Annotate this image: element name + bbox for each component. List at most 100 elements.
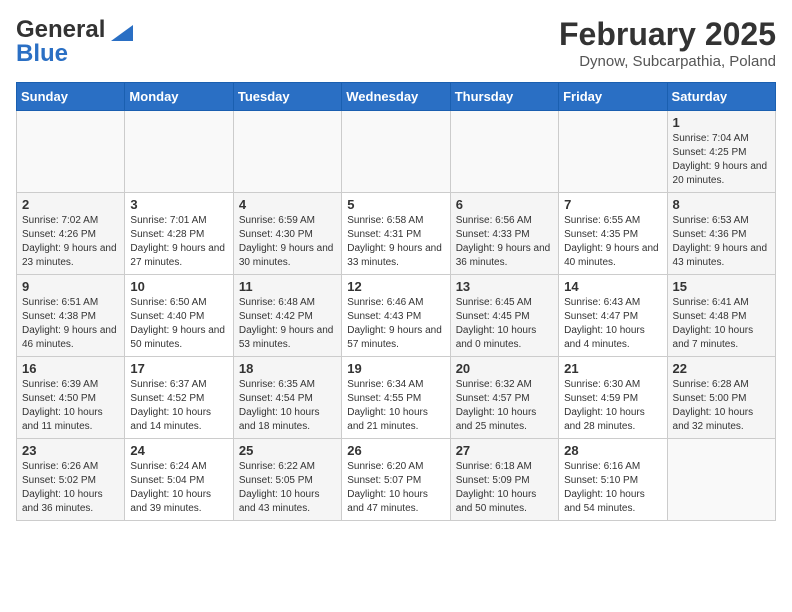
day-number: 22 [673,361,770,376]
day-cell: 25 Sunrise: 6:22 AM Sunset: 5:05 PM Dayli… [233,439,341,521]
day-info: Sunrise: 6:34 AM Sunset: 4:55 PM Dayligh… [347,378,444,434]
location: Dynow, Subcarpathia, Poland [559,53,776,70]
day-info: Sunrise: 6:32 AM Sunset: 4:57 PM Dayligh… [456,378,553,434]
day-cell: 17 Sunrise: 6:37 AM Sunset: 4:52 PM Dayli… [125,357,233,439]
weekday-header-saturday: Saturday [667,83,775,111]
week-row-2: 2Sunrise: 7:02 AM Sunset: 4:26 PM Daylig… [17,193,776,275]
day-info: Sunrise: 6:24 AM Sunset: 5:04 PM Dayligh… [130,460,227,516]
page-header: General Blue February 2025 Dynow, Subcar… [16,16,776,70]
day-cell: 8 Sunrise: 6:53 AM Sunset: 4:36 PM Daylig… [667,193,775,275]
day-cell: 4 Sunrise: 6:59 AM Sunset: 4:30 PM Daylig… [233,193,341,275]
day-info: Sunrise: 6:56 AM Sunset: 4:33 PM Dayligh… [456,214,553,270]
day-cell: 1 Sunrise: 7:04 AM Sunset: 4:25 PM Daylig… [667,111,775,193]
day-cell: 22Sunrise: 6:28 AM Sunset: 5:00 PM Dayli… [667,357,775,439]
day-cell: 24 Sunrise: 6:24 AM Sunset: 5:04 PM Dayli… [125,439,233,521]
day-info: Sunrise: 6:55 AM Sunset: 4:35 PM Dayligh… [564,214,661,270]
weekday-header-tuesday: Tuesday [233,83,341,111]
day-info: Sunrise: 6:48 AM Sunset: 4:42 PM Dayligh… [239,296,336,352]
day-number: 27 [456,443,553,458]
day-number: 3 [130,197,227,212]
day-cell: 7 Sunrise: 6:55 AM Sunset: 4:35 PM Daylig… [559,193,667,275]
day-cell: 15 Sunrise: 6:41 AM Sunset: 4:48 PM Dayli… [667,275,775,357]
weekday-header-sunday: Sunday [17,83,125,111]
week-row-1: 1 Sunrise: 7:04 AM Sunset: 4:25 PM Daylig… [17,111,776,193]
weekday-header-thursday: Thursday [450,83,558,111]
day-info: Sunrise: 6:46 AM Sunset: 4:43 PM Dayligh… [347,296,444,352]
day-cell: 26Sunrise: 6:20 AM Sunset: 5:07 PM Dayli… [342,439,450,521]
day-number: 5 [347,197,444,212]
day-info: Sunrise: 6:50 AM Sunset: 4:40 PM Dayligh… [130,296,227,352]
day-cell: 5 Sunrise: 6:58 AM Sunset: 4:31 PM Daylig… [342,193,450,275]
day-number: 24 [130,443,227,458]
day-info: Sunrise: 6:20 AM Sunset: 5:07 PM Dayligh… [347,460,444,516]
day-number: 28 [564,443,661,458]
day-cell: 6 Sunrise: 6:56 AM Sunset: 4:33 PM Daylig… [450,193,558,275]
day-number: 9 [22,279,119,294]
day-info: Sunrise: 6:53 AM Sunset: 4:36 PM Dayligh… [673,214,770,270]
day-number: 25 [239,443,336,458]
day-number: 1 [673,115,770,130]
day-info: Sunrise: 6:30 AM Sunset: 4:59 PM Dayligh… [564,378,661,434]
day-number: 7 [564,197,661,212]
day-number: 23 [22,443,119,458]
day-cell [342,111,450,193]
day-info: Sunrise: 6:37 AM Sunset: 4:52 PM Dayligh… [130,378,227,434]
day-info: Sunrise: 6:35 AM Sunset: 4:54 PM Dayligh… [239,378,336,434]
calendar: SundayMondayTuesdayWednesdayThursdayFrid… [16,82,776,521]
day-number: 17 [130,361,227,376]
day-info: Sunrise: 6:16 AM Sunset: 5:10 PM Dayligh… [564,460,661,516]
day-info: Sunrise: 6:51 AM Sunset: 4:38 PM Dayligh… [22,296,119,352]
day-cell: 20 Sunrise: 6:32 AM Sunset: 4:57 PM Dayli… [450,357,558,439]
day-info: Sunrise: 6:18 AM Sunset: 5:09 PM Dayligh… [456,460,553,516]
day-cell: 23 Sunrise: 6:26 AM Sunset: 5:02 PM Dayli… [17,439,125,521]
day-info: Sunrise: 7:02 AM Sunset: 4:26 PM Dayligh… [22,214,119,270]
day-cell: 28 Sunrise: 6:16 AM Sunset: 5:10 PM Dayli… [559,439,667,521]
week-row-3: 9 Sunrise: 6:51 AM Sunset: 4:38 PM Daylig… [17,275,776,357]
weekday-header-friday: Friday [559,83,667,111]
day-number: 13 [456,279,553,294]
logo: General Blue [16,16,133,68]
day-cell [125,111,233,193]
day-cell [17,111,125,193]
day-number: 8 [673,197,770,212]
day-info: Sunrise: 6:58 AM Sunset: 4:31 PM Dayligh… [347,214,444,270]
day-number: 4 [239,197,336,212]
week-row-4: 16Sunrise: 6:39 AM Sunset: 4:50 PM Dayli… [17,357,776,439]
day-info: Sunrise: 6:39 AM Sunset: 4:50 PM Dayligh… [22,378,119,434]
day-number: 6 [456,197,553,212]
day-cell: 11Sunrise: 6:48 AM Sunset: 4:42 PM Dayli… [233,275,341,357]
day-number: 15 [673,279,770,294]
day-number: 19 [347,361,444,376]
weekday-header-row: SundayMondayTuesdayWednesdayThursdayFrid… [17,83,776,111]
title-block: February 2025 Dynow, Subcarpathia, Polan… [559,16,776,70]
weekday-header-wednesday: Wednesday [342,83,450,111]
weekday-header-monday: Monday [125,83,233,111]
day-cell: 2Sunrise: 7:02 AM Sunset: 4:26 PM Daylig… [17,193,125,275]
day-info: Sunrise: 6:41 AM Sunset: 4:48 PM Dayligh… [673,296,770,352]
day-info: Sunrise: 7:01 AM Sunset: 4:28 PM Dayligh… [130,214,227,270]
day-cell: 14Sunrise: 6:43 AM Sunset: 4:47 PM Dayli… [559,275,667,357]
week-row-5: 23 Sunrise: 6:26 AM Sunset: 5:02 PM Dayli… [17,439,776,521]
day-info: Sunrise: 7:04 AM Sunset: 4:25 PM Dayligh… [673,132,770,188]
day-number: 18 [239,361,336,376]
day-info: Sunrise: 6:22 AM Sunset: 5:05 PM Dayligh… [239,460,336,516]
day-number: 20 [456,361,553,376]
day-cell [559,111,667,193]
day-cell: 3 Sunrise: 7:01 AM Sunset: 4:28 PM Daylig… [125,193,233,275]
day-cell: 13Sunrise: 6:45 AM Sunset: 4:45 PM Dayli… [450,275,558,357]
day-cell [233,111,341,193]
day-number: 12 [347,279,444,294]
day-info: Sunrise: 6:26 AM Sunset: 5:02 PM Dayligh… [22,460,119,516]
day-cell: 12 Sunrise: 6:46 AM Sunset: 4:43 PM Dayli… [342,275,450,357]
day-info: Sunrise: 6:59 AM Sunset: 4:30 PM Dayligh… [239,214,336,270]
day-cell [667,439,775,521]
month-title: February 2025 [559,16,776,53]
day-info: Sunrise: 6:43 AM Sunset: 4:47 PM Dayligh… [564,296,661,352]
day-cell: 18 Sunrise: 6:35 AM Sunset: 4:54 PM Dayli… [233,357,341,439]
day-cell: 16Sunrise: 6:39 AM Sunset: 4:50 PM Dayli… [17,357,125,439]
day-cell [450,111,558,193]
logo-icon [111,25,133,41]
day-cell: 9 Sunrise: 6:51 AM Sunset: 4:38 PM Daylig… [17,275,125,357]
day-cell: 10Sunrise: 6:50 AM Sunset: 4:40 PM Dayli… [125,275,233,357]
day-number: 21 [564,361,661,376]
